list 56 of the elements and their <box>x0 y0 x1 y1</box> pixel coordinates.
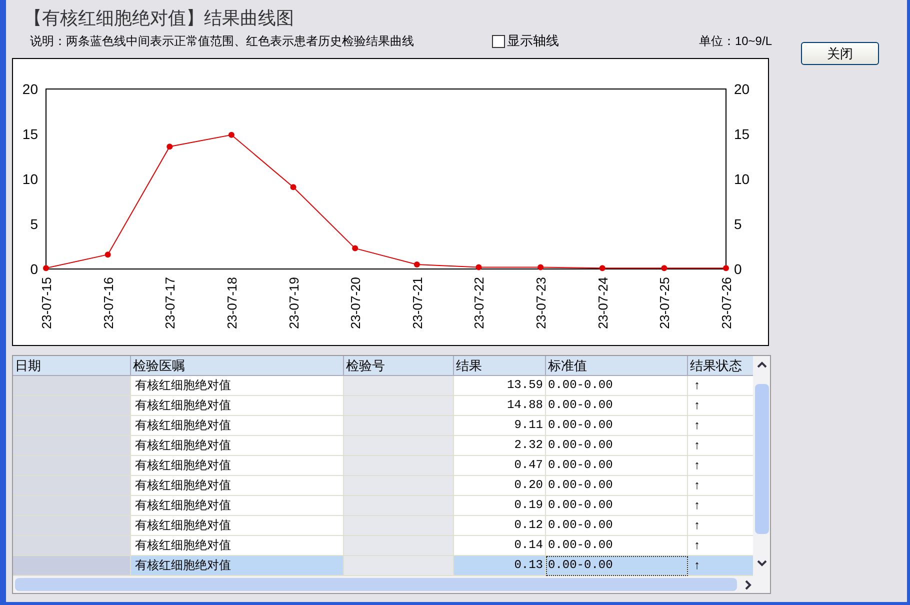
y-tick-label: 20 <box>22 81 38 97</box>
table-row[interactable]: 有核红细胞绝对值 14.88 0.00-0.00 ↑ <box>13 396 753 416</box>
data-point <box>723 265 729 272</box>
window-title: 【有核红细胞绝对值】结果曲线图 <box>24 7 295 30</box>
y-tick-label: 0 <box>30 261 38 277</box>
scroll-up-icon[interactable] <box>756 361 766 368</box>
table-row[interactable]: 有核红细胞绝对值 0.47 0.00-0.00 ↑ <box>13 456 753 476</box>
data-point <box>414 262 420 268</box>
x-tick-label: 23-07-23 <box>534 277 549 330</box>
x-tick-label: 23-07-21 <box>410 277 425 330</box>
x-tick-label: 23-07-15 <box>39 277 54 330</box>
x-tick-label: 23-07-26 <box>719 277 734 330</box>
data-point <box>661 265 668 272</box>
table-row[interactable]: 有核红细胞绝对值 0.14 0.00-0.00 ↑ <box>13 536 753 556</box>
x-tick-label: 23-07-20 <box>348 277 364 330</box>
description-text: 说明：两条蓝色线中间表示正常值范围、红色表示患者历史检验结果曲线 <box>30 33 415 50</box>
scroll-down-icon[interactable] <box>756 560 766 567</box>
table-row[interactable]: 有核红细胞绝对值 0.12 0.00-0.00 ↑ <box>13 516 753 536</box>
axis-checkbox[interactable]: 显示轴线 <box>492 31 662 51</box>
scroll-right-icon[interactable] <box>745 580 752 590</box>
data-point <box>228 132 234 138</box>
table-row[interactable]: 有核红细胞绝对值 0.20 0.00-0.00 ↑ <box>13 476 753 496</box>
table-row[interactable]: 有核红细胞绝对值 0.19 0.00-0.00 ↑ <box>13 496 753 516</box>
data-point <box>599 265 606 272</box>
data-point <box>290 184 296 190</box>
table-row[interactable]: 有核红细胞绝对值 9.11 0.00-0.00 ↑ <box>13 416 753 436</box>
x-tick-label: 23-07-16 <box>100 277 116 330</box>
data-point <box>166 144 173 150</box>
x-tick-label: 23-07-22 <box>472 277 487 330</box>
x-tick-label: 23-07-24 <box>595 277 610 330</box>
y-tick-label: 0 <box>734 261 742 277</box>
y-tick-label: 20 <box>734 81 750 97</box>
x-tick-label: 23-07-25 <box>657 277 672 330</box>
x-tick-label: 23-07-17 <box>162 277 178 330</box>
checkbox-label: 显示轴线 <box>507 32 559 50</box>
close-button[interactable]: 关闭 <box>801 42 879 66</box>
y-tick-label: 10 <box>734 171 750 187</box>
y-tick-label: 15 <box>22 126 38 142</box>
y-tick-label: 5 <box>734 216 742 232</box>
data-point <box>104 252 111 258</box>
y-tick-label: 5 <box>30 216 38 232</box>
unit-label: 单位：10~9/L <box>698 33 772 50</box>
table-row[interactable]: 有核红细胞绝对值 13.59 0.00-0.00 ↑ <box>13 376 753 396</box>
x-tick-label: 23-07-19 <box>286 277 302 330</box>
data-point <box>352 245 358 252</box>
horizontal-scrollbar[interactable] <box>13 576 770 593</box>
vertical-scrollbar[interactable] <box>753 356 770 576</box>
table-row[interactable]: 有核红细胞绝对值 2.32 0.00-0.00 ↑ <box>13 436 753 456</box>
y-tick-label: 10 <box>22 171 38 187</box>
data-point <box>43 265 49 272</box>
y-tick-label: 15 <box>734 126 750 142</box>
checkbox-box[interactable] <box>492 34 505 48</box>
table-row[interactable]: 有核红细胞绝对值 0.13 0.00-0.00 ↑ <box>13 556 753 576</box>
data-point <box>538 264 544 270</box>
x-tick-label: 23-07-18 <box>224 277 240 330</box>
data-point <box>476 264 482 270</box>
